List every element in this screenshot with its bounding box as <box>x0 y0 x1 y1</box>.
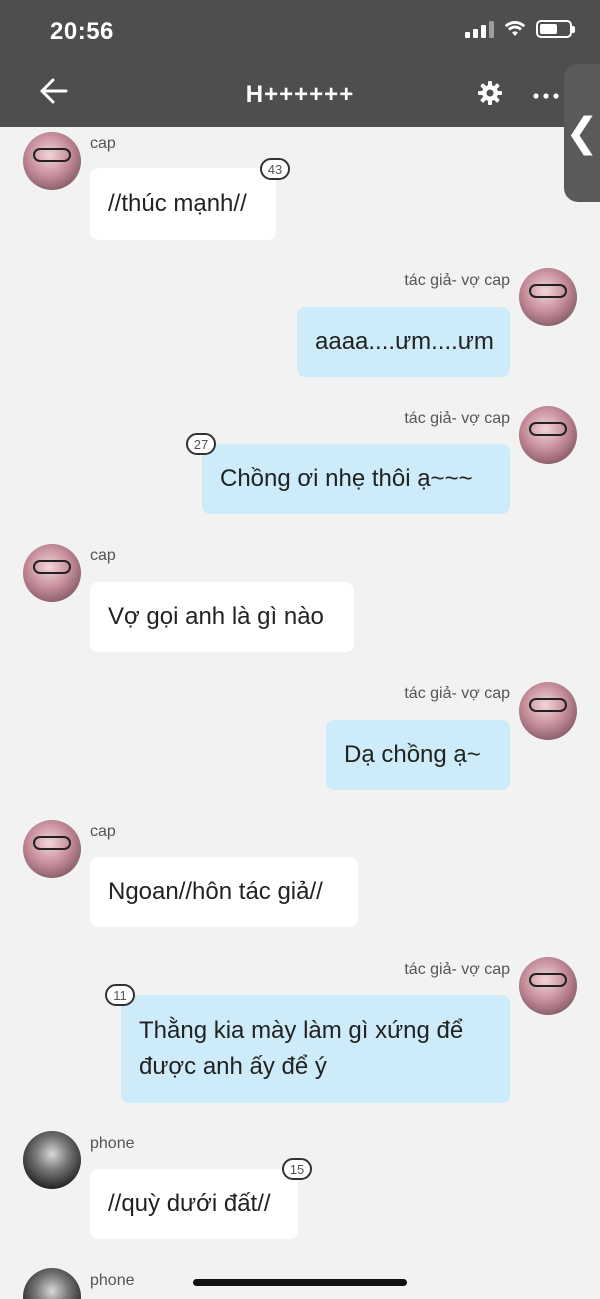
message-bubble[interactable]: aaaa....ưm....ưm <box>297 307 510 377</box>
avatar[interactable] <box>23 544 81 602</box>
chat-title: H++++++ <box>245 81 355 108</box>
gear-icon <box>478 81 502 105</box>
reaction-count-badge[interactable]: 11 <box>105 984 135 1006</box>
chevron-left-icon: ❮ <box>565 111 599 155</box>
message-bubble[interactable]: //thúc mạnh// <box>90 168 276 240</box>
avatar[interactable] <box>519 268 577 326</box>
side-panel-tab[interactable]: ❮ <box>564 64 600 202</box>
message-bubble[interactable]: //quỳ dưới đất// <box>90 1169 298 1239</box>
sender-name: cap <box>90 135 116 152</box>
status-icons <box>465 20 575 38</box>
avatar[interactable] <box>519 406 577 464</box>
avatar[interactable] <box>23 132 81 190</box>
settings-button[interactable] <box>477 80 503 111</box>
message-bubble[interactable]: Vợ gọi anh là gì nào <box>90 582 354 652</box>
signal-icon <box>465 20 494 38</box>
message-bubble[interactable]: Ngoan//hôn tác giả// <box>90 857 358 927</box>
sender-name: cap <box>90 823 116 840</box>
home-indicator[interactable] <box>193 1279 407 1286</box>
sender-name: tác giả- vợ cap <box>404 685 510 702</box>
reaction-count-badge[interactable]: 43 <box>260 158 290 180</box>
sender-name: tác giả- vợ cap <box>404 961 510 978</box>
avatar[interactable] <box>519 957 577 1015</box>
sender-name: tác giả- vợ cap <box>404 272 510 289</box>
avatar[interactable] <box>519 682 577 740</box>
sender-name: tác giả- vợ cap <box>404 410 510 427</box>
sender-name: cap <box>90 547 116 564</box>
wifi-icon <box>504 21 526 36</box>
avatar[interactable] <box>23 820 81 878</box>
reaction-count-badge[interactable]: 15 <box>282 1158 312 1180</box>
avatar[interactable] <box>23 1131 81 1189</box>
message-bubble[interactable]: Thằng kia mày làm gì xứng để được anh ấy… <box>121 995 510 1103</box>
message-bubble[interactable]: Chồng ơi nhẹ thôi ạ~~~ <box>202 444 510 514</box>
avatar[interactable] <box>23 1268 81 1299</box>
message-bubble[interactable]: Dạ chồng ạ~ <box>326 720 510 790</box>
battery-icon <box>536 20 575 38</box>
more-horizontal-icon <box>533 93 559 99</box>
more-button[interactable] <box>533 78 559 104</box>
reaction-count-badge[interactable]: 27 <box>186 433 216 455</box>
chat-thread[interactable]: cap //thúc mạnh// 43 tác giả- vợ cap aaa… <box>0 127 600 1299</box>
top-bar: 20:56 H++++++ <box>0 0 600 127</box>
sender-name: phone <box>90 1135 135 1152</box>
sender-name: phone <box>90 1272 135 1289</box>
status-time: 20:56 <box>50 18 114 45</box>
